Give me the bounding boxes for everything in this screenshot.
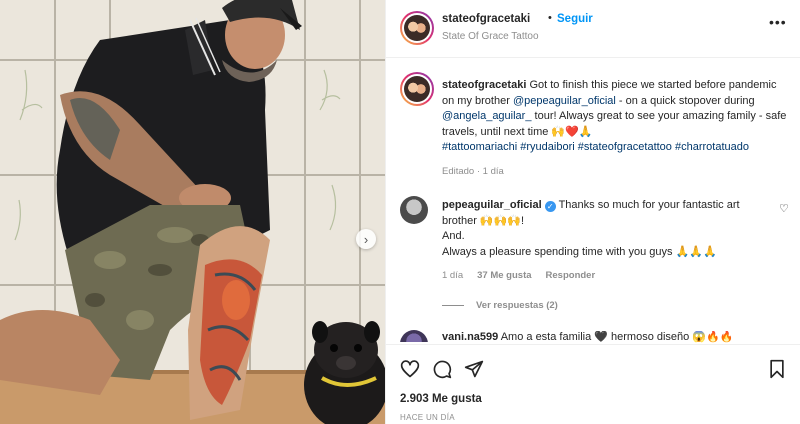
share-paper-plane-icon[interactable] xyxy=(464,359,484,379)
chevron-right-icon: › xyxy=(363,231,369,247)
post-actions-bar: 2.903 Me gusta HACE UN DÍA xyxy=(386,344,800,424)
caption-hashtags[interactable]: #tattoomariachi #ryudaibori #stateofgrac… xyxy=(442,141,749,153)
post-caption: stateofgracetaki Got to finish this piec… xyxy=(442,78,787,156)
commenter-avatar[interactable] xyxy=(400,330,428,342)
mention-link[interactable]: @pepeaguilar_oficial xyxy=(513,95,616,107)
caption-username[interactable]: stateofgracetaki xyxy=(442,79,526,91)
post-location[interactable]: State Of Grace Tattoo xyxy=(442,31,539,42)
next-photo-button[interactable]: › xyxy=(356,229,376,249)
comment-meta: 1 día 37 Me gusta Responder xyxy=(442,270,595,281)
comment: pepeaguilar_oficial ✓ Thanks so much for… xyxy=(442,198,762,260)
comment-likes[interactable]: 37 Me gusta xyxy=(477,270,531,281)
mention-link[interactable]: @angela_aguilar_ xyxy=(442,110,531,122)
post-header: stateofgracetaki • Seguir State Of Grace… xyxy=(386,0,800,58)
replies-divider xyxy=(442,305,464,306)
instagram-post-modal: › stateofgracetaki • Seguir State Of Gra… xyxy=(0,0,800,424)
author-username[interactable]: stateofgracetaki xyxy=(442,13,530,25)
commenter-avatar[interactable] xyxy=(400,196,428,224)
view-replies-label: Ver respuestas (2) xyxy=(476,300,558,311)
save-bookmark-icon[interactable] xyxy=(767,359,787,379)
author-avatar[interactable] xyxy=(400,11,434,45)
post-photo[interactable]: › xyxy=(0,0,385,424)
comment-bubble-icon[interactable] xyxy=(432,359,452,379)
post-timestamp: HACE UN DÍA xyxy=(400,413,455,422)
comment-like-heart-icon[interactable]: ♡ xyxy=(779,202,789,215)
comment-text-2: And. xyxy=(442,230,465,242)
post-details-panel: stateofgracetaki • Seguir State Of Grace… xyxy=(385,0,800,424)
verified-badge-icon: ✓ xyxy=(544,201,556,212)
photo-illustration xyxy=(0,0,385,424)
comment-username[interactable]: pepeaguilar_oficial xyxy=(442,199,542,211)
more-options-icon[interactable]: ••• xyxy=(769,14,787,30)
post-likes-count[interactable]: 2.903 Me gusta xyxy=(400,393,482,405)
separator-dot: • xyxy=(548,12,552,24)
comment-text: Amo a esta familia 🖤 hermoso diseño 😱🔥🔥 xyxy=(500,331,734,343)
comment-text-3: Always a pleasure spending time with you… xyxy=(442,245,717,258)
comment-username[interactable]: vani.na599 xyxy=(442,331,498,343)
view-replies-button[interactable]: Ver respuestas (2) xyxy=(442,300,558,311)
caption-text-2: - on a quick stopover during xyxy=(618,94,755,107)
reply-button[interactable]: Responder xyxy=(546,270,596,281)
like-heart-icon[interactable] xyxy=(400,359,420,379)
comment: vani.na599 Amo a esta familia 🖤 hermoso … xyxy=(442,331,772,343)
caption-author-avatar[interactable] xyxy=(400,72,434,106)
comment-age: 1 día xyxy=(442,270,464,281)
follow-button[interactable]: Seguir xyxy=(557,13,593,25)
caption-edited-time: Editado · 1 día xyxy=(442,166,504,177)
